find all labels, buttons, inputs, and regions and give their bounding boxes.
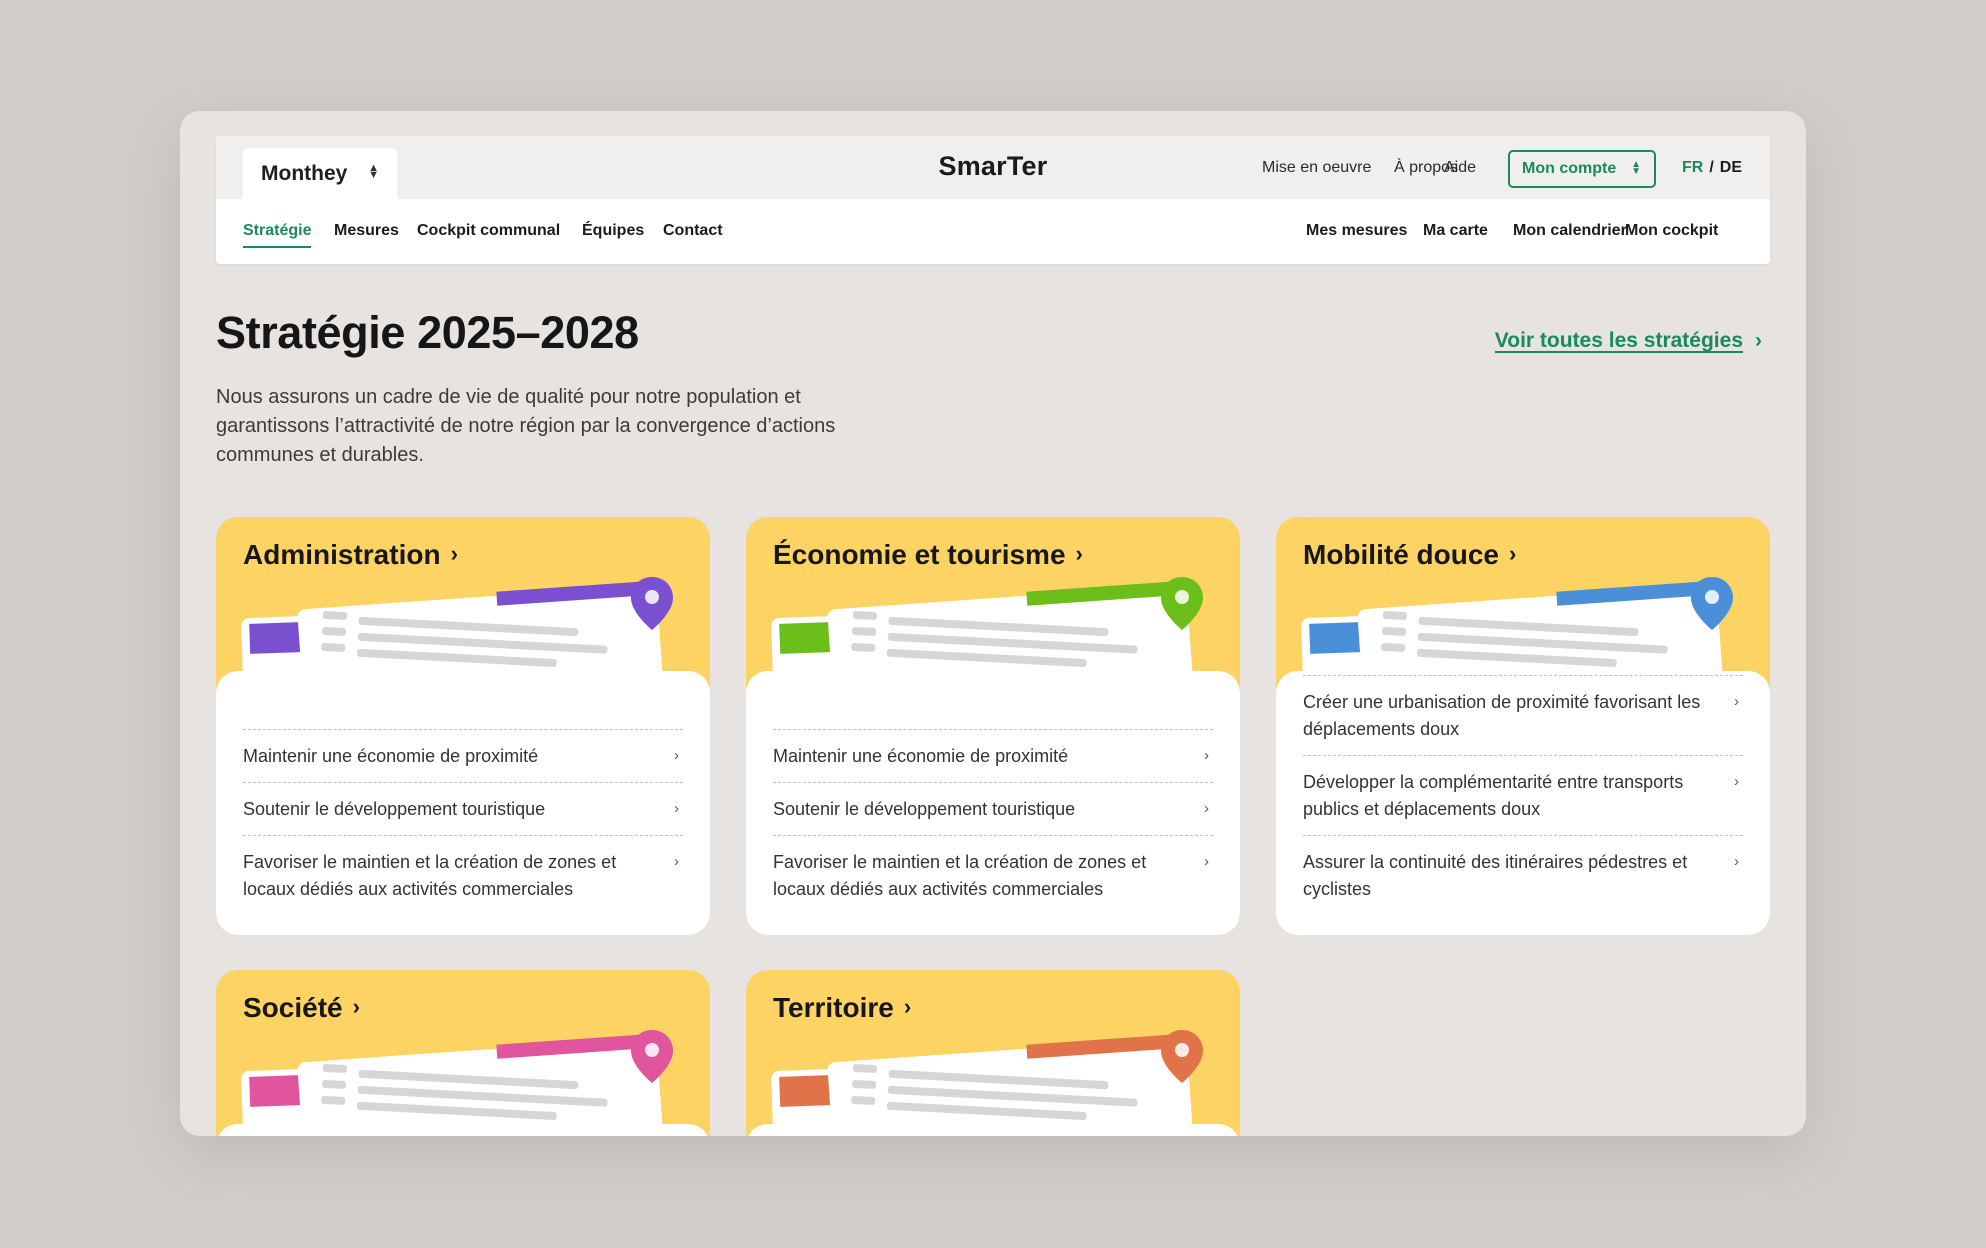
- card-title-link[interactable]: Mobilité douce ›: [1303, 539, 1516, 571]
- language-switcher: FR / DE: [1682, 159, 1742, 177]
- strategy-card: Territoire ›: [746, 970, 1240, 1136]
- card-body: [746, 1124, 1240, 1136]
- objective-label: Soutenir le développement touristique: [773, 799, 1076, 819]
- documents-illustration: [1301, 577, 1733, 675]
- nav-cockpit-communal[interactable]: Cockpit communal: [417, 222, 560, 240]
- lang-de[interactable]: DE: [1720, 159, 1742, 176]
- objective-label: Développer la complémentarité entre tran…: [1303, 772, 1684, 819]
- card-title-link[interactable]: Économie et tourisme ›: [773, 539, 1083, 571]
- chevron-right-icon: ›: [1734, 853, 1739, 870]
- card-header: Territoire ›: [746, 970, 1240, 1128]
- site-header: Monthey ▲ ▼ SmarTer Mise en oeuvre À prop…: [216, 136, 1770, 264]
- chevron-right-icon: ›: [1075, 541, 1083, 566]
- lang-fr[interactable]: FR: [1682, 159, 1703, 176]
- strategy-card: Économie et tourisme › Maintenir une éco…: [746, 517, 1240, 935]
- card-body: Créer une urbanisation de proximité favo…: [1276, 671, 1770, 935]
- chevron-right-icon: ›: [1734, 773, 1739, 790]
- objective-item[interactable]: Favoriser le maintien et la création de …: [243, 835, 683, 915]
- objective-item[interactable]: Assurer la continuité des itinéraires pé…: [1303, 835, 1743, 915]
- objective-item[interactable]: Favoriser le maintien et la création de …: [773, 835, 1213, 915]
- card-body: Maintenir une économie de proximité › So…: [216, 671, 710, 935]
- card-title-link[interactable]: Société ›: [243, 992, 360, 1024]
- nav-mon-cockpit[interactable]: Mon cockpit: [1625, 222, 1718, 240]
- card-title: Territoire: [773, 992, 894, 1023]
- link-mise-en-oeuvre[interactable]: Mise en oeuvre: [1262, 159, 1371, 177]
- page-title: Stratégie 2025–2028: [216, 307, 639, 358]
- nav-mesures[interactable]: Mesures: [334, 222, 399, 240]
- card-title: Mobilité douce: [1303, 539, 1499, 570]
- chevron-right-icon: ›: [1734, 693, 1739, 710]
- app-window: Monthey ▲ ▼ SmarTer Mise en oeuvre À prop…: [180, 111, 1806, 1136]
- card-header: Société ›: [216, 970, 710, 1128]
- lang-separator: /: [1709, 159, 1714, 176]
- card-title: Économie et tourisme: [773, 539, 1066, 570]
- nav-mon-calendrier[interactable]: Mon calendrier: [1513, 222, 1627, 240]
- card-title: Société: [243, 992, 343, 1023]
- card-body: [216, 1124, 710, 1136]
- documents-icon: [771, 1034, 1194, 1128]
- chevron-right-icon: ›: [1204, 853, 1209, 870]
- documents-illustration: [241, 577, 673, 675]
- objective-label: Créer une urbanisation de proximité favo…: [1303, 692, 1701, 739]
- card-header: Économie et tourisme ›: [746, 517, 1240, 675]
- card-header: Administration ›: [216, 517, 710, 675]
- card-body: Maintenir une économie de proximité › So…: [746, 671, 1240, 935]
- objective-label: Maintenir une économie de proximité: [773, 746, 1069, 766]
- all-strategies-label: Voir toutes les stratégies: [1494, 329, 1743, 352]
- documents-icon: [241, 581, 664, 675]
- objective-item[interactable]: Soutenir le développement touristique ›: [773, 782, 1213, 835]
- chevron-right-icon: ›: [674, 747, 679, 764]
- objective-label: Favoriser le maintien et la création de …: [243, 852, 617, 899]
- card-title-link[interactable]: Territoire ›: [773, 992, 911, 1024]
- chevron-right-icon: ›: [1204, 747, 1209, 764]
- objective-label: Maintenir une économie de proximité: [243, 746, 539, 766]
- strategy-card: Mobilité douce › Créer une urbanisation …: [1276, 517, 1770, 935]
- documents-illustration: [771, 577, 1203, 675]
- strategy-card: Société ›: [216, 970, 710, 1136]
- objective-item[interactable]: Maintenir une économie de proximité ›: [243, 729, 683, 782]
- nav-contact[interactable]: Contact: [663, 222, 723, 240]
- card-header: Mobilité douce ›: [1276, 517, 1770, 675]
- documents-icon: [771, 581, 1194, 675]
- nav-mes-mesures[interactable]: Mes mesures: [1306, 222, 1407, 240]
- documents-illustration: [241, 1030, 673, 1128]
- objective-label: Favoriser le maintien et la création de …: [773, 852, 1147, 899]
- chevron-right-icon: ›: [352, 994, 360, 1019]
- page-intro: Nous assurons un cadre de vie de qualité…: [216, 386, 836, 466]
- objective-item[interactable]: Créer une urbanisation de proximité favo…: [1303, 675, 1743, 755]
- strategy-card: Administration › Maintenir une économie …: [216, 517, 710, 935]
- documents-icon: [241, 1034, 664, 1128]
- up-down-arrows-icon: ▲ ▼: [1631, 159, 1641, 177]
- card-title-link[interactable]: Administration ›: [243, 539, 458, 571]
- nav-equipes[interactable]: Équipes: [582, 222, 644, 240]
- all-strategies-link[interactable]: Voir toutes les stratégies ›: [1495, 329, 1762, 353]
- chevron-right-icon: ›: [674, 853, 679, 870]
- card-title: Administration: [243, 539, 441, 570]
- objective-item[interactable]: Maintenir une économie de proximité ›: [773, 729, 1213, 782]
- chevron-right-icon: ›: [1204, 800, 1209, 817]
- objective-label: Assurer la continuité des itinéraires pé…: [1303, 852, 1688, 899]
- documents-illustration: [771, 1030, 1203, 1128]
- chevron-right-icon: ›: [1755, 329, 1762, 352]
- link-aide[interactable]: Aide: [1444, 159, 1476, 177]
- objective-label: Soutenir le développement touristique: [243, 799, 546, 819]
- nav-ma-carte[interactable]: Ma carte: [1423, 222, 1488, 240]
- objective-list: Maintenir une économie de proximité › So…: [773, 729, 1213, 915]
- documents-icon: [1301, 581, 1724, 675]
- objective-item[interactable]: Développer la complémentarité entre tran…: [1303, 755, 1743, 835]
- chevron-right-icon: ›: [903, 994, 912, 1019]
- chevron-right-icon: ›: [450, 541, 458, 566]
- account-menu-button[interactable]: Mon compte ▲ ▼: [1508, 150, 1656, 188]
- account-label: Mon compte: [1522, 160, 1617, 177]
- nav-strategie[interactable]: Stratégie: [243, 222, 312, 248]
- chevron-right-icon: ›: [1509, 541, 1517, 566]
- chevron-right-icon: ›: [674, 800, 679, 817]
- objective-list: Maintenir une économie de proximité › So…: [243, 729, 683, 915]
- objective-item[interactable]: Soutenir le développement touristique ›: [243, 782, 683, 835]
- objective-list: Créer une urbanisation de proximité favo…: [1303, 675, 1743, 915]
